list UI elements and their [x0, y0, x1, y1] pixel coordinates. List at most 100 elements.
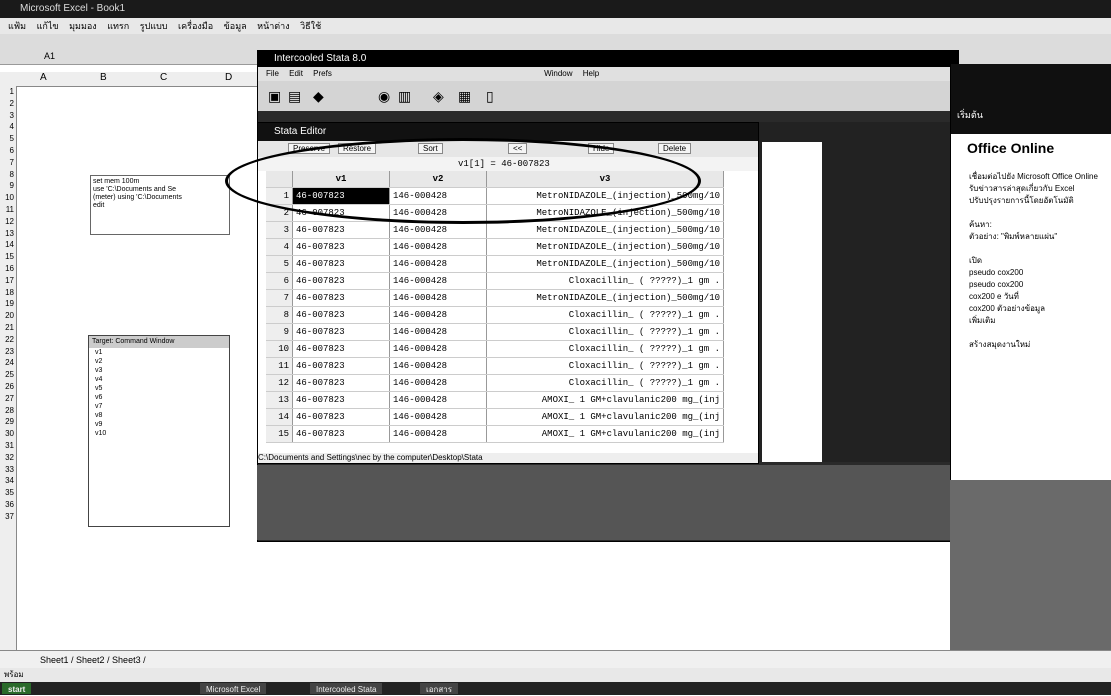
col-a[interactable]: A: [40, 72, 47, 83]
col-c[interactable]: C: [160, 72, 167, 83]
sheet-tabs[interactable]: Sheet1 / Sheet2 / Sheet3 /: [0, 650, 1111, 668]
row-header[interactable]: 9: [0, 180, 16, 192]
variable-item[interactable]: v5: [89, 384, 229, 393]
data-cell[interactable]: 146-000428: [389, 272, 487, 290]
row-header[interactable]: 29: [0, 416, 16, 428]
data-cell[interactable]: 46-007823: [292, 255, 390, 273]
data-cell[interactable]: 146-000428: [389, 340, 487, 358]
data-cell[interactable]: 46-007823: [292, 391, 390, 409]
row-header[interactable]: 28: [0, 405, 16, 417]
row-header[interactable]: 6: [0, 145, 16, 157]
data-cell[interactable]: MetroNIDAZOLE_(injection)_500mg/10: [486, 255, 724, 273]
row-header[interactable]: 15: [0, 251, 16, 263]
graph-icon[interactable]: ▥: [398, 88, 411, 105]
menu-help[interactable]: วิธีใช้: [300, 21, 321, 31]
row-header[interactable]: 8: [0, 169, 16, 181]
data-cell[interactable]: 46-007823: [292, 323, 390, 341]
data-cell[interactable]: 46-007823: [292, 238, 390, 256]
row-header[interactable]: 21: [0, 322, 16, 334]
data-cell[interactable]: 46-007823: [292, 408, 390, 426]
variable-item[interactable]: v10: [89, 429, 229, 438]
row-header[interactable]: 22: [0, 334, 16, 346]
variable-item[interactable]: v4: [89, 375, 229, 384]
data-cell[interactable]: MetroNIDAZOLE_(injection)_500mg/10: [486, 289, 724, 307]
data-cell[interactable]: 146-000428: [389, 408, 487, 426]
row-header[interactable]: 16: [0, 263, 16, 275]
variable-item[interactable]: v8: [89, 411, 229, 420]
taskbar-item[interactable]: เอกสาร: [420, 683, 459, 694]
row-header[interactable]: 31: [0, 440, 16, 452]
row-header[interactable]: 23: [0, 346, 16, 358]
row-header[interactable]: 33: [0, 464, 16, 476]
variable-item[interactable]: v3: [89, 366, 229, 375]
data-cell[interactable]: 46-007823: [292, 357, 390, 375]
data-cell[interactable]: 146-000428: [389, 323, 487, 341]
data-cell[interactable]: MetroNIDAZOLE_(injection)_500mg/10: [486, 221, 724, 239]
row-header[interactable]: 5: [0, 133, 16, 145]
row-header[interactable]: 30: [0, 428, 16, 440]
row-header[interactable]: 36: [0, 499, 16, 511]
variable-item[interactable]: v7: [89, 402, 229, 411]
variable-item[interactable]: v9: [89, 420, 229, 429]
data-cell[interactable]: 46-007823: [292, 374, 390, 392]
task-pane-link[interactable]: ปรับปรุงรายการนี้โดยอัตโนมัติ: [951, 196, 1111, 206]
row-header[interactable]: 35: [0, 487, 16, 499]
stata-menu-file[interactable]: File: [266, 69, 279, 78]
data-cell[interactable]: Cloxacillin_ ( ?????)_1 gm .: [486, 323, 724, 341]
row-header[interactable]: 18: [0, 287, 16, 299]
data-cell[interactable]: Cloxacillin_ ( ?????)_1 gm .: [486, 272, 724, 290]
data-cell[interactable]: AMOXI_ 1 GM+clavulanic200 mg_(inj: [486, 408, 724, 426]
task-pane-link[interactable]: cox200 ตัวอย่างข้อมูล: [951, 304, 1111, 314]
row-header[interactable]: 1: [0, 86, 16, 98]
menu-edit[interactable]: แก้ไข: [37, 21, 59, 31]
row-header[interactable]: 32: [0, 452, 16, 464]
row-header[interactable]: 19: [0, 298, 16, 310]
menu-file[interactable]: แฟ้ม: [8, 21, 26, 31]
row-header[interactable]: 14: [0, 239, 16, 251]
row-header[interactable]: 11: [0, 204, 16, 216]
menu-format[interactable]: รูปแบบ: [140, 21, 168, 31]
data-cell[interactable]: 46-007823: [292, 289, 390, 307]
row-header[interactable]: 12: [0, 216, 16, 228]
data-cell[interactable]: 146-000428: [389, 391, 487, 409]
menu-view[interactable]: มุมมอง: [69, 21, 97, 31]
data-cell[interactable]: Cloxacillin_ ( ?????)_1 gm .: [486, 306, 724, 324]
data-cell[interactable]: 146-000428: [389, 289, 487, 307]
name-box[interactable]: A1: [44, 51, 55, 61]
stata-menu-help[interactable]: Help: [583, 69, 599, 78]
delete-button[interactable]: Delete: [658, 143, 692, 154]
row-header[interactable]: 25: [0, 369, 16, 381]
data-cell[interactable]: 146-000428: [389, 357, 487, 375]
row-header[interactable]: 10: [0, 192, 16, 204]
taskbar-item[interactable]: Microsoft Excel: [200, 683, 267, 694]
open-icon[interactable]: ▣: [268, 88, 281, 105]
col-b[interactable]: B: [100, 72, 107, 83]
data-cell[interactable]: AMOXI_ 1 GM+clavulanic200 mg_(inj: [486, 391, 724, 409]
task-pane-link[interactable]: เพิ่มเติม: [951, 316, 1111, 326]
row-header[interactable]: 3: [0, 110, 16, 122]
task-pane-link[interactable]: สร้างสมุดงานใหม่: [951, 340, 1111, 350]
menu-window[interactable]: หน้าต่าง: [257, 21, 289, 31]
data-cell[interactable]: MetroNIDAZOLE_(injection)_500mg/10: [486, 238, 724, 256]
row-header[interactable]: 17: [0, 275, 16, 287]
data-editor-icon[interactable]: ▦: [458, 88, 471, 105]
row-header[interactable]: 4: [0, 121, 16, 133]
stata-menu-window[interactable]: Window: [544, 69, 572, 78]
data-cell[interactable]: 146-000428: [389, 306, 487, 324]
task-pane-link[interactable]: cox200 e วันที่: [951, 292, 1111, 302]
data-cell[interactable]: 146-000428: [389, 374, 487, 392]
task-pane-link[interactable]: pseudo cox200: [951, 268, 1111, 278]
menu-insert[interactable]: แทรก: [107, 21, 129, 31]
data-cell[interactable]: 46-007823: [292, 221, 390, 239]
data-browser-icon[interactable]: ▯: [486, 88, 494, 105]
data-cell[interactable]: 46-007823: [292, 425, 390, 443]
do-file-icon[interactable]: ◈: [433, 88, 444, 105]
task-pane-link[interactable]: รับข่าวสารล่าสุดเกี่ยวกับ Excel: [951, 184, 1111, 194]
row-header[interactable]: 27: [0, 393, 16, 405]
row-header[interactable]: 7: [0, 157, 16, 169]
data-cell[interactable]: 46-007823: [292, 272, 390, 290]
task-pane-link[interactable]: เชื่อมต่อไปยัง Microsoft Office Online: [951, 172, 1111, 182]
data-cell[interactable]: 146-000428: [389, 255, 487, 273]
start-button[interactable]: start: [2, 683, 32, 694]
variable-item[interactable]: v2: [89, 357, 229, 366]
